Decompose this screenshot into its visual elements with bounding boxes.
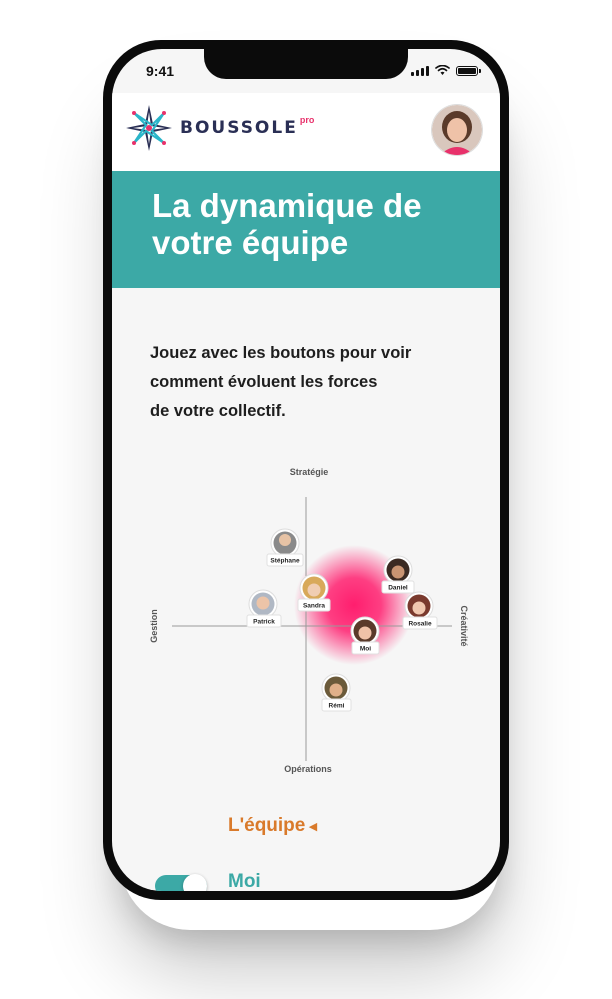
- member-name: Stéphane: [270, 558, 300, 565]
- member-name: Rosalie: [408, 621, 432, 628]
- status-time: 9:41: [146, 63, 175, 79]
- phone-screen: BOUSSOLE pro La dynamique de votre équip…: [112, 49, 500, 891]
- member-name: Rémi: [329, 703, 345, 710]
- me-label: Moi: [228, 871, 261, 891]
- member-rosalie[interactable]: Rosalie: [402, 591, 438, 630]
- member-remi[interactable]: Rémi: [321, 673, 352, 712]
- member-name: Patrick: [253, 619, 275, 626]
- member-sandra[interactable]: Sandra: [297, 573, 331, 612]
- phone-frame: BOUSSOLE pro La dynamique de votre équip…: [103, 40, 509, 900]
- member-patrick[interactable]: Patrick: [246, 589, 282, 628]
- axis-label-bottom: Opérations: [284, 764, 332, 774]
- toggle-knob: [183, 874, 207, 891]
- chevron-left-icon: ◂: [309, 818, 317, 835]
- member-daniel[interactable]: Daniel: [381, 555, 415, 594]
- member-moi[interactable]: Moi: [350, 616, 380, 655]
- member-name: Moi: [360, 646, 371, 653]
- phone-notch: [204, 49, 408, 79]
- axis-label-top: Stratégie: [290, 467, 329, 477]
- axis-label-right: Créativité: [459, 605, 469, 646]
- member-stephane[interactable]: Stéphane: [266, 528, 304, 567]
- member-name: Daniel: [388, 585, 408, 592]
- status-icons: [411, 65, 481, 76]
- member-name: Sandra: [303, 603, 325, 610]
- axis-label-left: Gestion: [149, 609, 159, 643]
- team-compass-chart: Stratégie Opérations Gestion Créativité …: [149, 467, 469, 774]
- team-toggle-link[interactable]: L'équipe ◂: [228, 815, 317, 837]
- cellular-signal-icon: [411, 65, 429, 76]
- me-toggle-switch[interactable]: [155, 874, 207, 891]
- team-label: L'équipe: [228, 815, 306, 836]
- battery-icon: [456, 65, 481, 76]
- wifi-icon: [435, 65, 450, 75]
